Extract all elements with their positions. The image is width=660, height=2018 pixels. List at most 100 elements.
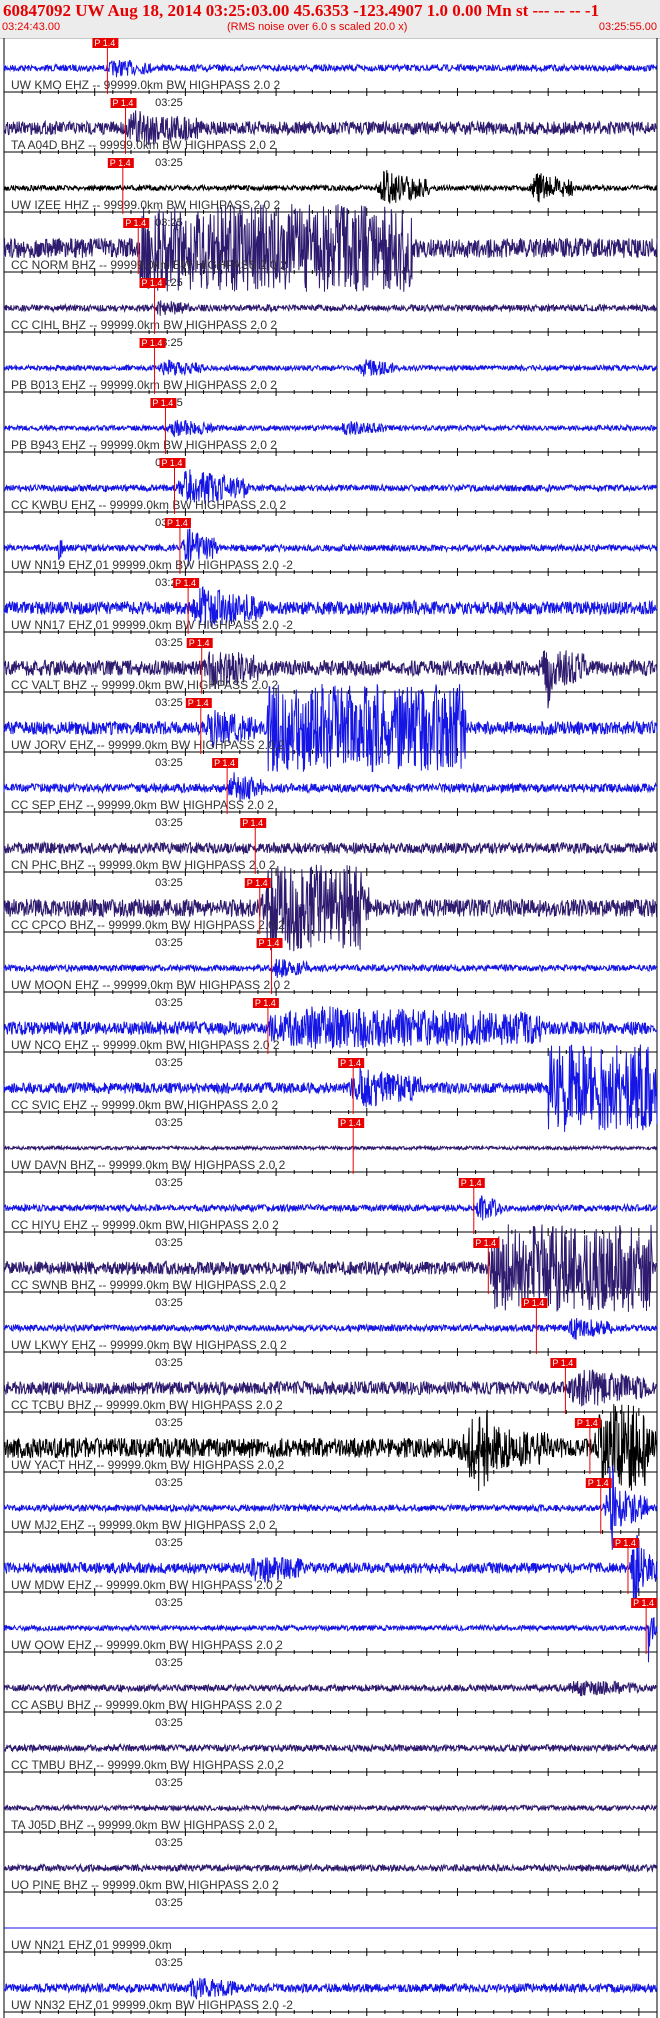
trace-7: 03:25CC KWBU EHZ -- 99999.0km BW HIGHPAS…: [3, 458, 658, 529]
waveform: [3, 59, 658, 78]
time-tick-label: 03:25: [155, 1837, 183, 1849]
trace-25: 03:25 UW MDW EHZ -- 99999.0km BW HIGHPASS…: [3, 1534, 658, 1609]
time-tick-label: 03:25: [155, 1297, 183, 1309]
station-label: CC KWBU EHZ -- 99999.0km BW HIGHPASS 2.0…: [11, 498, 287, 512]
trace-0: 03:25 UW KMO EHZ -- 99999.0km BW HIGHPASS…: [3, 38, 658, 109]
time-tick-label: 03:25: [155, 637, 183, 649]
pick-label: P 1.4: [633, 1598, 654, 1608]
time-tick-label: 03:25: [155, 817, 183, 829]
time-tick-label: 03:25: [155, 157, 183, 169]
trace-9: 03:25 UW NN17 EHZ 01 99999.0km BW HIGHPAS…: [3, 578, 658, 649]
time-tick-label: 03:25: [155, 1057, 183, 1069]
page-title: 60847092 UW Aug 18, 2014 03:25:03.00 45.…: [3, 1, 600, 20]
station-label: TA J05D BHZ -- 99999.0km BW HIGHPASS 2.0…: [11, 1818, 275, 1832]
trace-11: 03:25 UW JORV EHZ -- 99999.0km BW HIGHPAS…: [3, 683, 658, 773]
station-label: CC TCBU BHZ -- 99999.0km BW HIGHPASS 2.0…: [11, 1398, 283, 1412]
station-label: CC CPCO BHZ -- 99999.0km BW HIGHPASS 2.0…: [11, 918, 285, 932]
pick-label: P 1.4: [152, 398, 173, 408]
station-label: UW MDW EHZ -- 99999.0km BW HIGHPASS 2.0 …: [11, 1578, 283, 1592]
waveform: [3, 1144, 658, 1152]
station-label: UW MOON EHZ -- 99999.0km BW HIGHPASS 2.0…: [11, 978, 290, 992]
waveform: [3, 1534, 658, 1607]
trace-27: 03:25 CC ASBU BHZ -- 99999.0km BW HIGHPAS…: [3, 1680, 658, 1729]
waveform: [3, 864, 658, 952]
pick-label: P 1.4: [588, 1478, 609, 1488]
trace-15: 03:25 UW MOON EHZ -- 99999.0km BW HIGHPAS…: [3, 938, 658, 1009]
time-tick-label: 03:25: [155, 877, 183, 889]
time-tick-label: 03:25: [155, 1357, 183, 1369]
trace-32: 03:25UW NN32 EHZ 01 99999.0km BW HIGHPAS…: [3, 1977, 658, 2018]
time-tick-label: 03:25: [155, 1957, 183, 1969]
pick-label: P 1.4: [340, 1058, 361, 1068]
trace-20: 03:25 CC SWNB BHZ -- 99999.0km BW HIGHPAS…: [3, 1224, 658, 1312]
pick-label: P 1.4: [142, 278, 163, 288]
pick-label: P 1.4: [113, 98, 134, 108]
station-label: UW NN21 EHZ 01 99999.0km: [11, 1938, 172, 1952]
waveform: [3, 1680, 657, 1697]
time-tick-label: 03:25: [155, 697, 183, 709]
time-tick-label: 03:25: [155, 1657, 183, 1669]
waveform: [3, 359, 658, 377]
time-tick-label: 03:25: [155, 97, 183, 109]
station-label: UW NN19 EHZ 01 99999.0km BW HIGHPASS 2.0…: [11, 558, 293, 572]
station-label: CN PHC BHZ -- 99999.0km BW HIGHPASS 2.0 …: [11, 858, 276, 872]
time-end: 03:25:55.00: [598, 21, 657, 33]
time-tick-label: 03:25: [155, 937, 183, 949]
pick-label: P 1.4: [242, 818, 263, 828]
trace-29: 03:25 TA J05D BHZ -- 99999.0km BW HIGHPAS…: [3, 1803, 658, 1849]
time-tick-label: 03:25: [155, 1717, 183, 1729]
waveform: [3, 1977, 658, 2000]
station-label: UW LKWY EHZ -- 99999.0km BW HIGHPASS 2.0…: [11, 1338, 287, 1352]
waveform: [3, 1404, 658, 1491]
station-label: UW MJ2 EHZ -- 99999.0km BW HIGHPASS 2.0 …: [11, 1518, 276, 1532]
pick-label: P 1.4: [94, 38, 115, 48]
trace-8: 03:25UW NN19 EHZ 01 99999.0km BW HIGHPAS…: [3, 518, 658, 589]
pick-label: P 1.4: [188, 698, 209, 708]
pick-label: P 1.4: [340, 1118, 361, 1128]
trace-24: 03:25 UW MJ2 EHZ -- 99999.0km BW HIGHPASS…: [3, 1465, 658, 1550]
station-label: CC CIHL BHZ -- 99999.0km BW HIGHPASS 2.0…: [11, 318, 277, 332]
waveform: [3, 958, 657, 978]
waveform: [3, 1224, 658, 1312]
station-label: CC SWNB BHZ -- 99999.0km BW HIGHPASS 2.0…: [11, 1278, 287, 1292]
trace-17: 03:25 CC SVIC EHZ -- 99999.0km BW HIGHPAS…: [3, 1044, 658, 1132]
waveform: [3, 840, 658, 856]
header-bar: 60847092 UW Aug 18, 2014 03:25:03.00 45.…: [0, 0, 660, 39]
time-tick-label: 03:25: [155, 997, 183, 1009]
time-tick-label: 03:25: [155, 1417, 183, 1429]
time-tick-label: 03:25: [155, 1537, 183, 1549]
time-tick-label: 03:25: [155, 1177, 183, 1189]
pick-label: P 1.4: [175, 578, 196, 588]
subtitle: (RMS noise over 6.0 s scaled 20.0 x): [227, 21, 408, 33]
station-label: CC NORM BHZ -- 99999.0km BW HIGHPASS 2.0…: [11, 258, 287, 272]
time-tick-label: 03:25: [155, 1237, 183, 1249]
time-tick-label: 03:25: [155, 1117, 183, 1129]
waveform: [3, 419, 658, 438]
pick-label: P 1.4: [475, 1238, 496, 1248]
waveform: [3, 683, 658, 773]
trace-26: 03:25 UW OOW EHZ -- 99999.0km BW HIGHPASS…: [3, 1598, 658, 1669]
waveform: [3, 1742, 658, 1754]
station-label: PB B943 EHZ -- 99999.0km BW HIGHPASS 2.0…: [11, 438, 277, 452]
station-label: UW OOW EHZ -- 99999.0km BW HIGHPASS 2.0 …: [11, 1638, 283, 1652]
pick-label: P 1.4: [255, 998, 276, 1008]
trace-3: 03:25CC NORM BHZ -- 99999.0km BW HIGHPAS…: [3, 204, 658, 292]
trace-14: 03:25 CC CPCO BHZ -- 99999.0km BW HIGHPAS…: [3, 864, 658, 952]
trace-31: 03:25 UW NN21 EHZ 01 99999.0km: [3, 1927, 658, 1969]
time-tick-label: 03:25: [155, 1897, 183, 1909]
pick-label: P 1.4: [577, 1418, 598, 1428]
pick-label: P 1.4: [247, 878, 268, 888]
waveform: [3, 1862, 658, 1874]
pick-label: P 1.4: [523, 1298, 544, 1308]
waveform: [3, 1317, 658, 1340]
station-label: CC ASBU BHZ -- 99999.0km BW HIGHPASS 2.0…: [11, 1698, 283, 1712]
waveform: [3, 300, 658, 316]
trace-5: 03:25PB B013 EHZ -- 99999.0km BW HIGHPAS…: [3, 338, 658, 409]
station-label: TA A04D BHZ -- 99999.0km BW HIGHPASS 2.0…: [11, 138, 276, 152]
time-tick-label: 03:25: [155, 1777, 183, 1789]
trace-18: 03:25 UW DAVN BHZ -- 99999.0km BW HIGHPAS…: [3, 1118, 658, 1189]
pick-label: P 1.4: [259, 938, 280, 948]
pick-label: P 1.4: [167, 518, 188, 528]
pick-label: P 1.4: [214, 758, 235, 768]
waveform: [3, 1044, 658, 1132]
